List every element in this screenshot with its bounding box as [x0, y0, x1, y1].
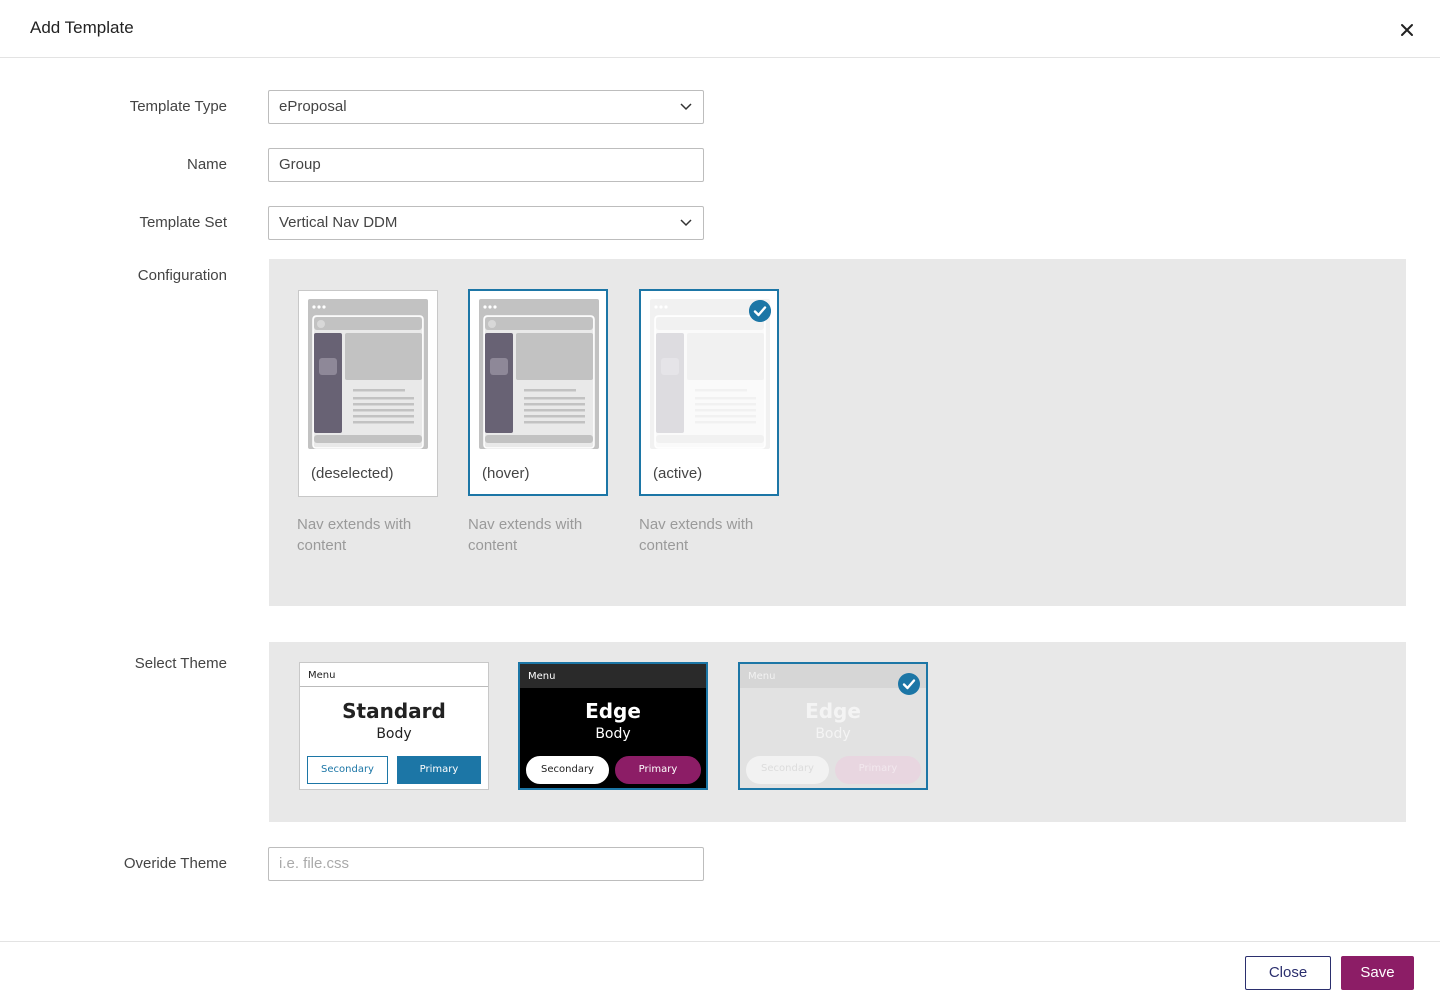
card-caption: (deselected) [311, 465, 394, 482]
config-card-active[interactable]: (active) [639, 289, 779, 496]
card-caption: (active) [653, 465, 703, 482]
theme-body: Body [595, 726, 631, 742]
override-theme-input[interactable]: i.e. file.css [268, 847, 704, 881]
theme-menu: Menu [520, 664, 706, 688]
check-circle-icon [898, 673, 920, 695]
modal-header: Add Template [0, 0, 1440, 58]
configuration-label: Configuration [137, 267, 227, 284]
theme-secondary-button: Secondary [746, 756, 829, 784]
theme-secondary-button: Secondary [307, 756, 388, 784]
chevron-down-icon [680, 219, 692, 227]
layout-thumbnail-icon [308, 299, 428, 449]
theme-primary-button: Primary [397, 756, 481, 784]
card-description: Nav extends with content [468, 516, 583, 554]
override-theme-label: Overide Theme [123, 855, 227, 872]
theme-card-edge[interactable]: Menu Edge Body Secondary Primary [518, 662, 708, 790]
theme-title: Edge [805, 699, 861, 723]
theme-body: Body [376, 726, 412, 742]
theme-primary-button: Primary [615, 756, 701, 784]
check-circle-icon [749, 300, 771, 322]
card-description: Nav extends with content [297, 516, 412, 554]
select-theme-label: Select Theme [134, 655, 227, 672]
card-description: Nav extends with content [639, 516, 754, 554]
theme-menu: Menu [300, 663, 488, 687]
configuration-panel [269, 259, 1406, 606]
layout-thumbnail-icon [650, 299, 770, 449]
template-set-value: Vertical Nav DDM [279, 214, 398, 231]
template-type-select[interactable]: eProposal [268, 90, 704, 124]
close-button[interactable]: Close [1245, 956, 1331, 990]
theme-title: Edge [585, 699, 641, 723]
override-theme-placeholder: i.e. file.css [279, 855, 350, 872]
close-icon[interactable] [1396, 19, 1418, 41]
theme-primary-button: Primary [835, 756, 921, 784]
name-label: Name [186, 156, 227, 173]
theme-card-edge-selected[interactable]: Menu Edge Body Secondary Primary [738, 662, 928, 790]
card-caption: (hover) [482, 465, 530, 482]
template-set-select[interactable]: Vertical Nav DDM [268, 206, 704, 240]
template-set-label: Template Set [139, 214, 227, 231]
template-type-value: eProposal [279, 98, 347, 115]
theme-title: Standard [342, 699, 446, 723]
config-card-hover[interactable]: (hover) [468, 289, 608, 496]
modal-footer [0, 941, 1440, 1008]
modal-title: Add Template [30, 18, 134, 37]
theme-body: Body [815, 726, 851, 742]
theme-card-standard[interactable]: Menu Standard Body Secondary Primary [299, 662, 489, 790]
config-card-deselected[interactable]: (deselected) [298, 290, 438, 497]
name-input[interactable]: Group [268, 148, 704, 182]
layout-thumbnail-icon [479, 299, 599, 449]
theme-secondary-button: Secondary [526, 756, 609, 784]
chevron-down-icon [680, 103, 692, 111]
save-button[interactable]: Save [1341, 956, 1414, 990]
name-value: Group [279, 156, 321, 173]
template-type-label: Template Type [129, 98, 227, 115]
